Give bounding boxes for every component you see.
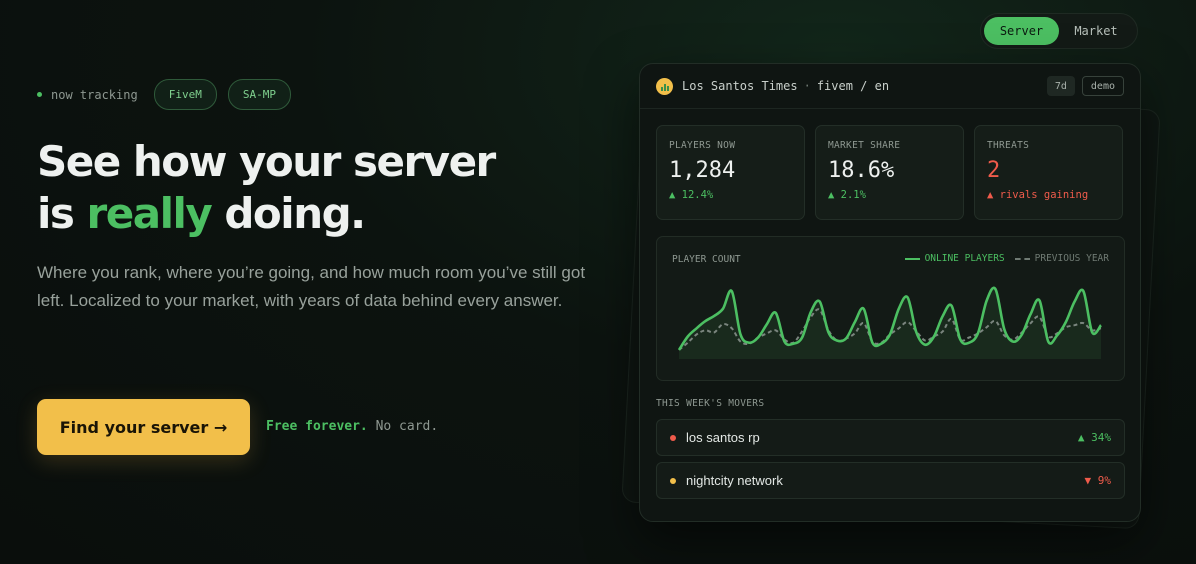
stat-label: THREATS: [987, 140, 1030, 151]
headline-prefix: is: [37, 189, 87, 238]
headline-accent: really: [86, 189, 213, 238]
chart-legend: ONLINE PLAYERS PREVIOUS YEAR: [905, 253, 1109, 264]
stat-players-now: PLAYERS NOW 1,284 ▲ 12.4%: [656, 125, 805, 220]
player-count-chart: PLAYER COUNT ONLINE PLAYERS PREVIOUS YEA…: [656, 236, 1125, 381]
mover-change: ▲ 34%: [1077, 431, 1111, 444]
stat-value: 18.6%: [828, 158, 895, 183]
mover-dot-icon: [670, 477, 676, 484]
stats-row: PLAYERS NOW 1,284 ▲ 12.4% MARKET SHARE 1…: [656, 125, 1123, 220]
toggle-market[interactable]: Market: [1059, 17, 1133, 45]
demo-badge: demo: [1081, 76, 1124, 96]
view-toggle: Server Market: [980, 13, 1138, 49]
bar-chart-logo-icon: [656, 77, 673, 95]
stat-label: PLAYERS NOW: [669, 140, 736, 151]
stat-delta: ▲ 12.4%: [669, 189, 714, 201]
legend-online-players: ONLINE PLAYERS: [905, 253, 1005, 264]
legend-previous-year: PREVIOUS YEAR: [1015, 253, 1109, 264]
stat-label: MARKET SHARE: [828, 140, 901, 151]
stat-value: 1,284: [669, 158, 736, 183]
headline-line1: See how your server: [37, 137, 496, 186]
chip-fivem[interactable]: FiveM: [153, 79, 217, 110]
free-rest: No card.: [375, 419, 439, 434]
page-title: See how your server is really doing.: [37, 136, 496, 240]
stat-delta: ▲ 2.1%: [828, 189, 866, 201]
chart-title: PLAYER COUNT: [672, 254, 741, 265]
range-badge[interactable]: 7d: [1046, 76, 1075, 96]
hero-subtext: Where you rank, where you’re going, and …: [37, 263, 586, 310]
toggle-server[interactable]: Server: [984, 17, 1059, 45]
mover-dot-icon: [670, 434, 676, 441]
free-strong: Free forever.: [266, 419, 368, 434]
tracking-label: now tracking: [51, 87, 138, 102]
stat-market-share: MARKET SHARE 18.6% ▲ 2.1%: [815, 125, 964, 220]
card-header: Los Santos Times · fivem / en 7d demo: [640, 64, 1140, 109]
mover-name: nightcity network: [686, 473, 783, 488]
movers-label: THIS WEEK'S MOVERS: [656, 398, 765, 409]
stat-value: 2: [987, 158, 1001, 183]
chip-samp[interactable]: SA-MP: [227, 79, 291, 110]
find-server-button[interactable]: Find your server →: [37, 399, 250, 455]
free-note: Free forever. No card.: [266, 419, 438, 434]
status-dot-icon: [37, 92, 42, 97]
mover-change: ▼ 9%: [1084, 474, 1112, 487]
card-title: Los Santos Times: [682, 79, 798, 93]
stat-delta: ▲ rivals gaining: [987, 189, 1089, 201]
mover-row[interactable]: nightcity network ▼ 9%: [656, 462, 1125, 499]
chart-plot: [677, 286, 1103, 359]
title-separator: ·: [803, 79, 811, 93]
dashboard-card: Los Santos Times · fivem / en 7d demo PLAY…: [639, 63, 1141, 522]
stat-threats: THREATS 2 ▲ rivals gaining: [974, 125, 1123, 220]
mover-name: los santos rp: [686, 430, 760, 445]
card-title-row: Los Santos Times · fivem / en: [682, 79, 889, 93]
headline-suffix: doing.: [211, 189, 366, 238]
tracking-row: now tracking FiveM SA-MP: [37, 79, 302, 110]
mover-row[interactable]: los santos rp ▲ 34%: [656, 419, 1125, 456]
card-subtitle: fivem / en: [816, 79, 890, 93]
